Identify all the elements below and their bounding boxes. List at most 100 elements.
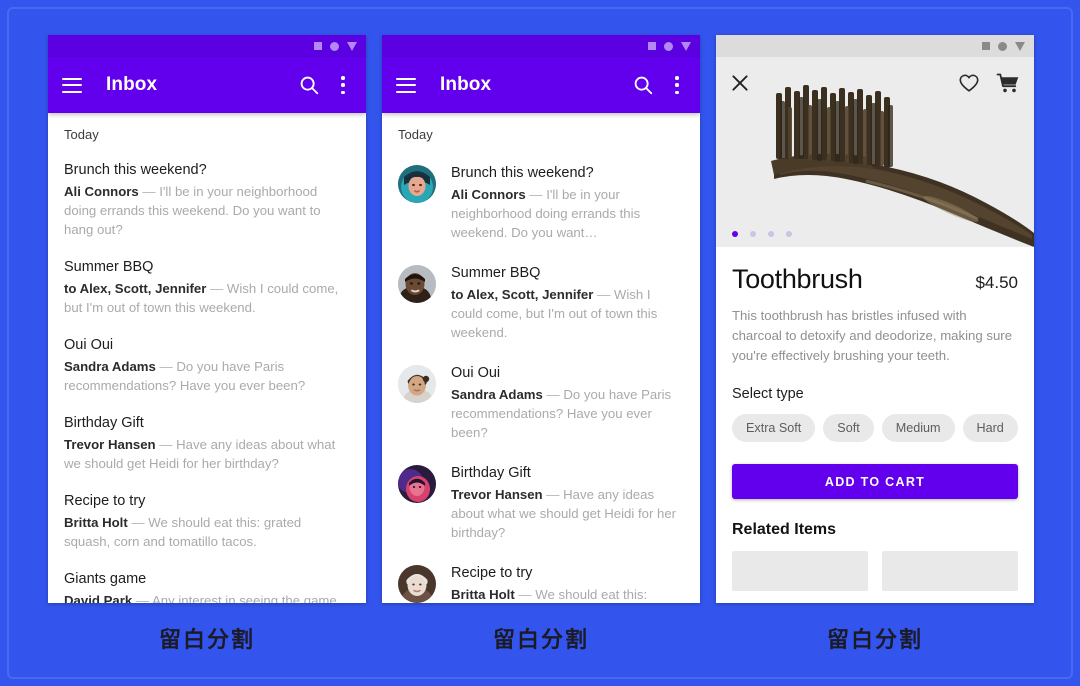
related-items-title: Related Items [732,521,837,538]
square-icon [982,42,990,50]
app-bar: Inbox [382,57,700,113]
triangle-down-icon [347,41,357,51]
shopping-cart-icon[interactable] [996,71,1020,95]
mail-sender: Ali Connors [451,187,526,202]
caption-panel-1: 留白分割 [158,628,255,653]
mail-subject: Oui Oui [451,365,501,381]
list-item[interactable]: Birthday Gift Trevor Hansen — Have any i… [382,442,700,542]
mail-list[interactable]: Today Brunch this weekend? Ali Connors —… [48,113,366,603]
status-bar [382,35,700,57]
product-description: This toothbrush has bristles infused wit… [732,308,1013,363]
mail-preview: to Alex, Scott, Jennifer — Wish I could … [451,285,684,342]
chip-soft[interactable]: Soft [823,414,874,442]
mail-subject: Birthday Gift [64,415,144,431]
triangle-down-icon [681,41,691,51]
square-icon [648,42,656,50]
mail-snippet: Any interest in seeing the game [151,593,337,603]
list-item[interactable]: Birthday Gift Trevor Hansen — Have any i… [48,395,366,473]
list-item[interactable]: Oui Oui Sandra Adams — Do you have Paris… [48,317,366,395]
mail-subject: Recipe to try [64,493,146,509]
mail-dash: — [206,281,227,296]
carousel-dots[interactable] [732,231,792,237]
section-label-today: Today [64,127,99,142]
mail-subject: Summer BBQ [64,259,154,275]
mail-dash: — [525,187,547,202]
list-item[interactable]: Brunch this weekend? Ali Connors — I'll … [382,142,700,242]
mail-preview: David Park — Any interest in seeing the … [64,591,350,603]
avatar [398,465,436,503]
type-chip-group[interactable]: Extra Soft Soft Medium Hard [732,414,1018,442]
caption-panel-2: 留白分割 [492,628,589,653]
mail-subject: Brunch this weekend? [451,165,594,181]
page-title: Inbox [106,74,158,95]
select-type-label: Select type [732,386,804,402]
heart-icon[interactable] [958,72,980,94]
mail-preview: Sandra Adams — Do you have Paris recomme… [451,385,684,442]
chip-extra-soft[interactable]: Extra Soft [732,414,816,442]
circle-icon [664,41,673,51]
product-title-row: Toothbrush $4.50 [732,247,1018,295]
mail-dash: — [138,184,160,199]
mail-sender: Trevor Hansen [451,487,543,502]
chip-hard[interactable]: Hard [962,414,1018,442]
mail-dash: — [514,587,536,602]
avatar [398,565,436,603]
product-title: Toothbrush [732,264,863,294]
search-icon[interactable] [632,74,654,96]
carousel-dot-1[interactable] [732,231,738,237]
mail-list[interactable]: Today Brunch this weekend? Ali Connors —… [382,113,700,603]
mail-dash: — [155,437,177,452]
list-item[interactable]: Recipe to try Britta Holt — We should ea… [48,473,366,551]
list-item[interactable]: Giants game David Park — Any interest in… [48,551,366,603]
related-item-card[interactable] [882,551,1018,591]
related-items-strip[interactable] [732,551,1018,591]
phone-mockup-inbox-plain: Inbox Today Brunch this weekend? Ali Con… [48,35,366,603]
triangle-down-icon [1015,41,1025,51]
status-bar [716,35,1034,57]
list-item[interactable]: Summer BBQ to Alex, Scott, Jennifer — Wi… [48,239,366,317]
mail-subject: Birthday Gift [451,465,531,481]
mail-dash: — [155,359,177,374]
page-title: Inbox [440,74,492,95]
chip-medium[interactable]: Medium [881,414,955,442]
carousel-dot-2[interactable] [750,231,756,237]
hero-toolbar [716,57,1034,109]
list-item[interactable]: Brunch this weekend? Ali Connors — I'll … [48,142,366,239]
caption-panel-3: 留白分割 [826,628,923,653]
mail-sender: Britta Holt [64,515,128,530]
mail-preview: Trevor Hansen — Have any ideas about wha… [64,435,350,473]
more-vertical-icon[interactable] [668,75,686,95]
section-label-today: Today [398,127,433,142]
more-vertical-icon[interactable] [334,75,352,95]
list-item[interactable]: Recipe to try Britta Holt — We should ea… [382,542,700,603]
square-icon [314,42,322,50]
add-to-cart-button[interactable]: ADD TO CART [732,464,1018,499]
mail-dash: — [542,387,564,402]
hamburger-menu-icon[interactable] [62,77,82,93]
mail-preview: Britta Holt — We should eat this: grated… [64,513,350,551]
avatar [398,265,436,303]
mail-sender: Sandra Adams [451,387,543,402]
mail-sender: David Park [64,593,133,603]
list-item[interactable]: Oui Oui Sandra Adams — Do you have Paris… [382,342,700,442]
phone-mockups-container: Inbox Today Brunch this weekend? Ali Con… [0,0,1080,686]
mail-subject: Recipe to try [451,565,533,581]
close-icon[interactable] [730,73,750,93]
mail-subject: Summer BBQ [451,265,541,281]
mail-subject: Giants game [64,571,147,587]
mail-sender: to Alex, Scott, Jennifer [64,281,207,296]
hamburger-menu-icon[interactable] [396,77,416,93]
mail-preview: Britta Holt — We should eat this: grated… [451,585,684,603]
product-price: $4.50 [975,273,1018,292]
related-item-card[interactable] [732,551,868,591]
carousel-dot-3[interactable] [768,231,774,237]
carousel-dot-4[interactable] [786,231,792,237]
list-item[interactable]: Summer BBQ to Alex, Scott, Jennifer — Wi… [382,242,700,342]
product-image-carousel[interactable] [716,57,1034,247]
avatar [398,365,436,403]
mail-subject: Oui Oui [64,337,114,353]
mail-subject: Brunch this weekend? [64,162,207,178]
status-bar [48,35,366,57]
mail-sender: Ali Connors [64,184,139,199]
search-icon[interactable] [298,74,320,96]
